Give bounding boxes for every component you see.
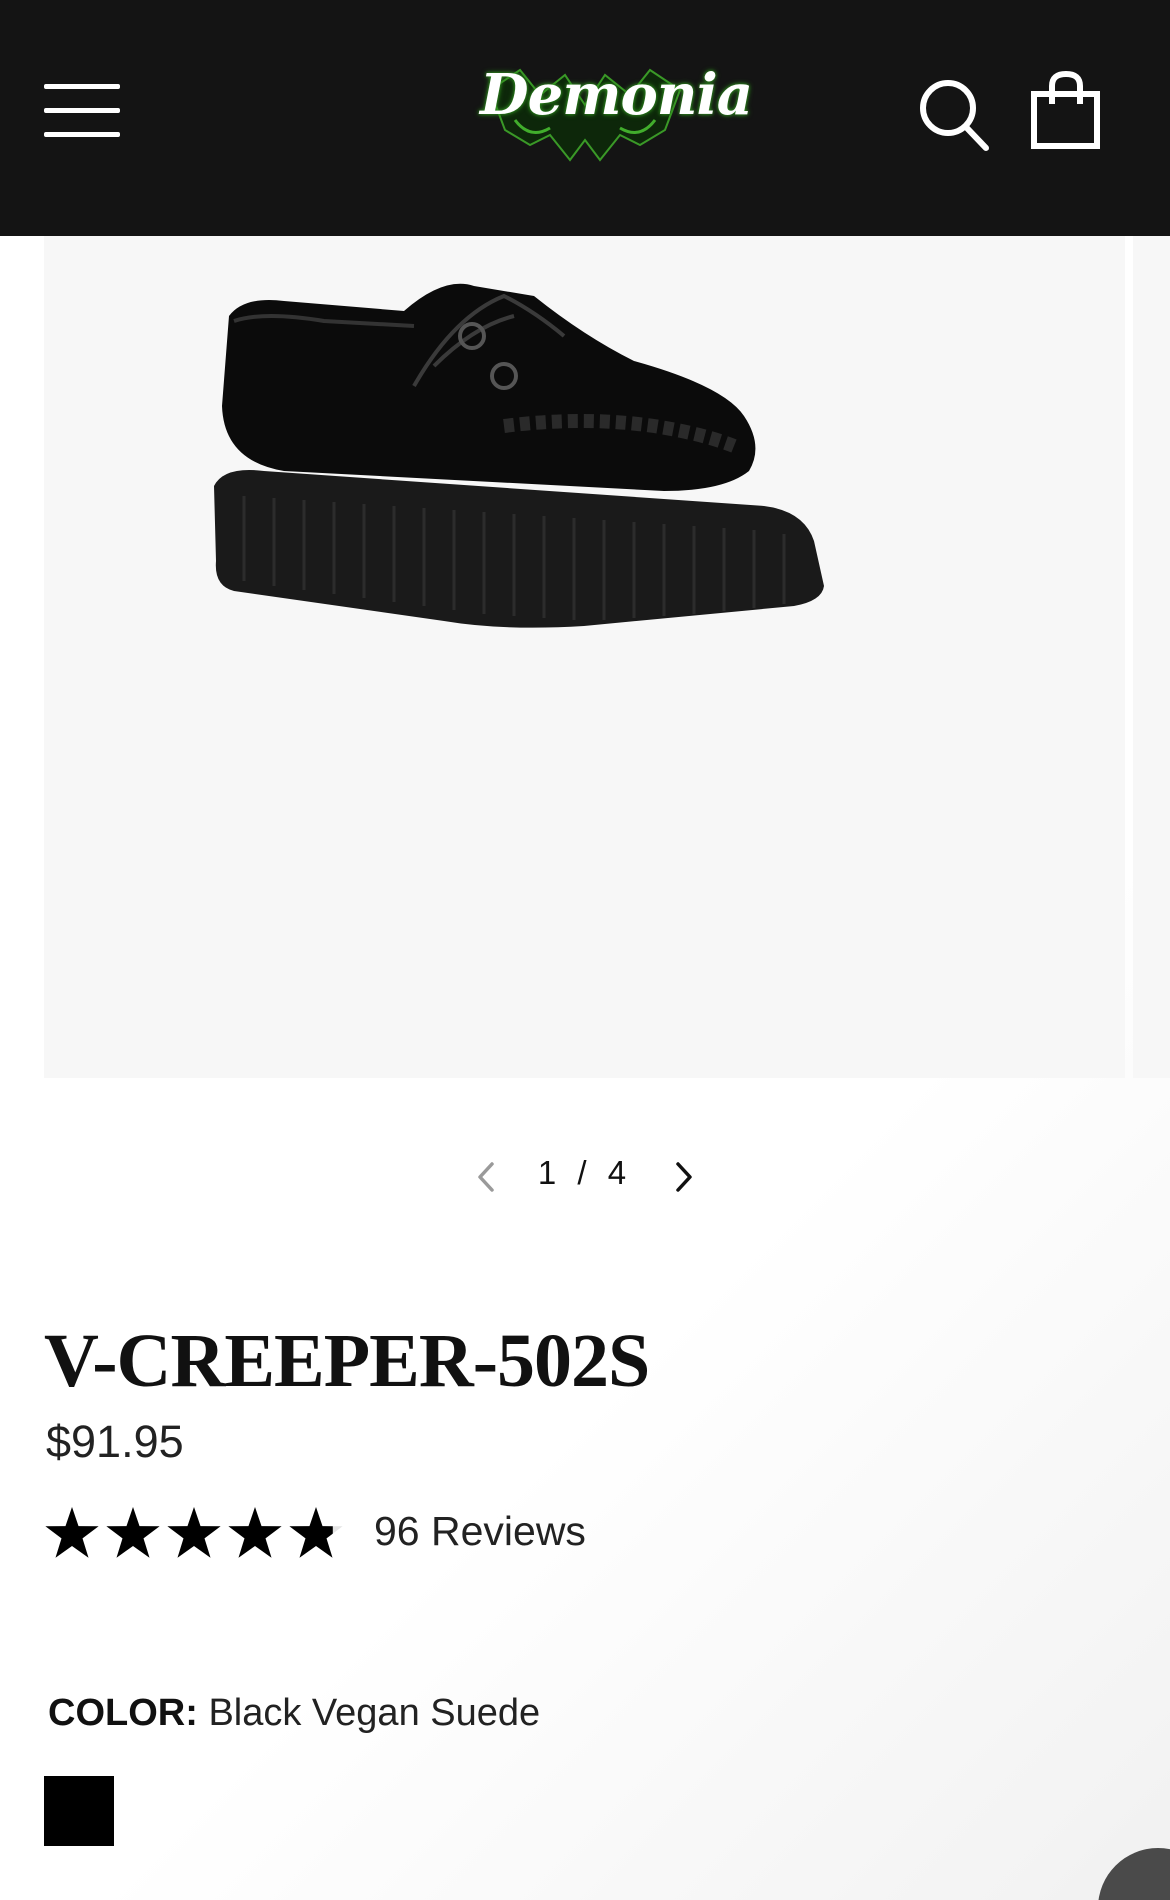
product-image-shoe xyxy=(214,283,824,628)
star-icon xyxy=(167,1507,221,1558)
chevron-left-icon[interactable] xyxy=(472,1160,502,1194)
product-title: V-CREEPER-502S xyxy=(44,1319,650,1403)
star-icon xyxy=(289,1507,333,1558)
color-swatch-black[interactable] xyxy=(44,1776,114,1846)
product-page: Demonia 1 / 4 V-CREEPER-502S $91.95 96 R… xyxy=(0,0,1170,1900)
site-header: Demonia xyxy=(0,0,1170,236)
product-image-gallery[interactable] xyxy=(44,236,1125,1078)
hamburger-menu-icon[interactable] xyxy=(44,82,120,140)
color-selection-label: COLOR: Black Vegan Suede xyxy=(48,1692,540,1735)
gallery-pagination: 1 / 4 xyxy=(0,1148,1170,1204)
rating-stars xyxy=(45,1507,343,1558)
next-image-peek[interactable] xyxy=(1133,236,1170,1078)
star-icon xyxy=(106,1507,160,1558)
chat-widget-button[interactable] xyxy=(1098,1848,1170,1900)
chevron-right-icon[interactable] xyxy=(668,1160,698,1194)
product-price: $91.95 xyxy=(46,1416,184,1467)
color-label: COLOR: xyxy=(48,1692,198,1734)
star-icon xyxy=(228,1507,282,1558)
logo-wordmark: Demonia xyxy=(480,62,753,128)
shopping-bag-icon[interactable] xyxy=(1030,70,1102,150)
color-value: Black Vegan Suede xyxy=(208,1692,541,1734)
demonia-logo[interactable]: Demonia xyxy=(470,50,753,180)
pagination-counter: 1 / 4 xyxy=(537,1154,633,1191)
star-icon xyxy=(45,1507,99,1558)
reviews-link[interactable]: 96 Reviews xyxy=(374,1508,586,1555)
search-icon[interactable] xyxy=(916,76,990,152)
